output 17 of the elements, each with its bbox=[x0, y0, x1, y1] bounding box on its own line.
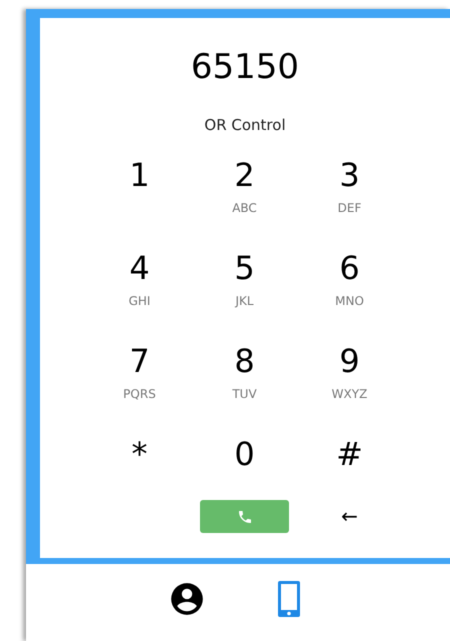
contact-label: OR Control bbox=[204, 115, 286, 135]
dial-key[interactable]: 0 bbox=[234, 434, 255, 474]
dial-key[interactable]: 8 TUV bbox=[232, 341, 257, 401]
mobile-phone-icon bbox=[277, 580, 301, 618]
dial-key[interactable]: 5 JKL bbox=[234, 248, 255, 308]
dialed-number: 65150 bbox=[190, 46, 300, 89]
phone-icon bbox=[236, 508, 252, 524]
dial-key[interactable]: 2 ABC bbox=[232, 155, 257, 215]
dial-key[interactable]: 9 WXYZ bbox=[332, 341, 368, 401]
dial-key[interactable]: 7 PQRS bbox=[123, 341, 156, 401]
dial-key[interactable]: 6 MNO bbox=[335, 248, 364, 308]
dial-key[interactable]: * bbox=[132, 434, 148, 474]
backspace-button[interactable]: ← bbox=[341, 500, 358, 533]
dial-key[interactable]: 1 bbox=[129, 155, 150, 195]
dial-key[interactable]: 4 GHI bbox=[128, 248, 150, 308]
dial-key[interactable]: # bbox=[336, 434, 363, 474]
dial-key[interactable]: 3 DEF bbox=[338, 155, 362, 215]
